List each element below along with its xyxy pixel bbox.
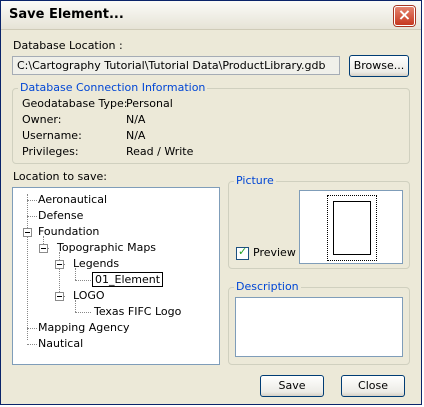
tree-node-mapping-agency[interactable]: Mapping Agency [38, 321, 130, 334]
picture-title: Picture [234, 174, 276, 187]
element-frame [333, 201, 371, 255]
description-textarea[interactable] [235, 297, 403, 357]
title-bar: Save Element... × [1, 1, 421, 30]
close-button[interactable]: Close [341, 375, 405, 397]
collapse-icon[interactable] [39, 244, 48, 253]
geodatabase-type-value: Personal [126, 97, 173, 110]
picture-preview [299, 190, 403, 264]
tree-line [27, 344, 37, 345]
window-title: Save Element... [9, 7, 124, 22]
page-outline [327, 195, 377, 261]
save-element-dialog: Save Element... × Database Location : C:… [0, 0, 422, 405]
geodatabase-type-label: Geodatabase Type: [22, 97, 128, 110]
tree-node-legends[interactable]: Legends [73, 257, 119, 270]
tree-node-topographic-maps[interactable]: Topographic Maps [57, 241, 156, 254]
tree-node-foundation[interactable]: Foundation [38, 225, 99, 238]
privileges-label: Privileges: [22, 145, 79, 158]
preview-checkbox[interactable]: ✓ [236, 245, 249, 260]
close-icon: × [397, 5, 412, 24]
collapse-icon[interactable] [55, 292, 64, 301]
tree-node-edit-field[interactable]: 01_Element [92, 272, 164, 287]
tree-line [27, 200, 37, 201]
description-title: Description [234, 280, 301, 293]
username-value: N/A [126, 129, 146, 142]
tree-line [27, 216, 37, 217]
location-label: Location to save: [13, 170, 108, 183]
browse-button[interactable]: Browse... [349, 55, 409, 77]
close-window-button[interactable]: × [394, 5, 415, 26]
database-location-field[interactable]: C:\Cartography Tutorial\Tutorial Data\Pr… [12, 56, 340, 75]
username-label: Username: [22, 129, 82, 142]
tree-line [27, 328, 37, 329]
save-button[interactable]: Save [260, 375, 324, 397]
tree-node-logo[interactable]: LOGO [73, 289, 105, 302]
preview-label: Preview [253, 246, 296, 259]
tree-node-texas-fifc-logo[interactable]: Texas FIFC Logo [94, 305, 181, 318]
tree-node-defense[interactable]: Defense [38, 209, 83, 222]
tree-line [75, 312, 91, 313]
database-location-label: Database Location : [13, 39, 123, 52]
tree-line [59, 252, 60, 296]
owner-label: Owner: [22, 113, 62, 126]
tree-node-aeronautical[interactable]: Aeronautical [38, 193, 107, 206]
tree-line [75, 280, 91, 281]
connection-info-title: Database Connection Information [18, 81, 208, 94]
tree-node-nautical[interactable]: Nautical [38, 337, 83, 350]
collapse-icon[interactable] [23, 228, 32, 237]
owner-value: N/A [126, 113, 146, 126]
location-tree[interactable]: Aeronautical Defense Foundation Topograp… [12, 187, 220, 365]
collapse-icon[interactable] [55, 260, 64, 269]
check-icon: ✓ [238, 245, 248, 258]
privileges-value: Read / Write [126, 145, 194, 158]
